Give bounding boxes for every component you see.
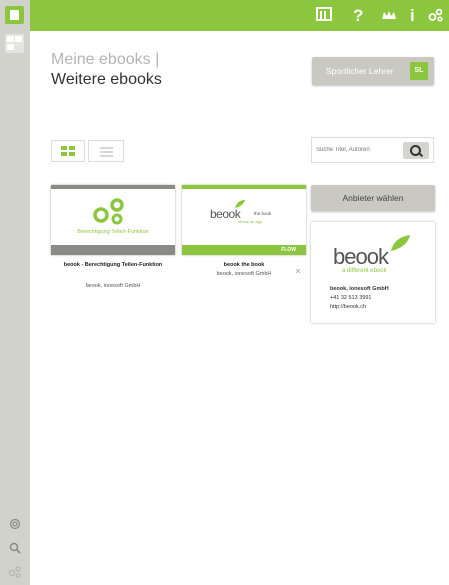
user-badge: SL <box>410 62 428 80</box>
share-icon <box>93 198 124 225</box>
leaf-icon <box>391 235 410 251</box>
beook-logo: beook <box>210 207 241 221</box>
user-button[interactable]: Sportlicher Lehrer SL <box>312 57 434 85</box>
provider-card[interactable]: beook a different ebook beook, ionesoft … <box>311 222 435 323</box>
choose-provider-button[interactable]: Anbieter wählen <box>311 185 435 211</box>
split-view-icon[interactable] <box>5 34 24 53</box>
search-button[interactable] <box>403 142 429 159</box>
thumb-tagline: the book <box>254 211 272 216</box>
crown-icon[interactable] <box>381 7 397 26</box>
book-card-sharing[interactable]: Berechtigung Teilen-Funktion <box>51 185 175 255</box>
book-more-icon[interactable] <box>295 260 301 274</box>
search-icon[interactable] <box>0 542 30 557</box>
search-icon <box>410 145 421 156</box>
book-publisher: beook, ionesoft GmbH <box>216 271 272 277</box>
fingerprint-icon[interactable] <box>0 518 30 533</box>
search-input[interactable] <box>316 143 402 157</box>
thumb-subtagline: ebook an app <box>238 219 263 224</box>
help-icon[interactable]: ? <box>353 6 363 25</box>
top-toolbar: ? i <box>30 0 449 31</box>
provider-name: beook, ionesoft GmbH <box>330 286 389 292</box>
provider-url[interactable]: http://beook.ch <box>330 304 366 310</box>
provider-phone: +41 32 513 3991 <box>330 295 372 301</box>
search-box <box>311 137 434 163</box>
user-name: Sportlicher Lehrer <box>326 66 394 76</box>
leaf-icon <box>235 200 245 208</box>
home-button[interactable] <box>5 6 24 24</box>
book-publisher: beook, ionesoft GmbH <box>85 283 141 289</box>
book-title: beook the book <box>223 262 265 268</box>
list-view-button[interactable] <box>88 140 124 162</box>
library-icon[interactable] <box>316 7 332 21</box>
info-icon[interactable]: i <box>410 6 415 25</box>
book-card-beook[interactable]: beook the book ebook an app FLOW <box>182 185 306 255</box>
tab-more-ebooks[interactable]: Weitere ebooks <box>51 71 162 89</box>
book-title: beook - Berechtigung Teilen-Funktion <box>63 262 163 268</box>
provider-tagline: a different ebook <box>342 268 387 274</box>
choose-provider-label: Anbieter wählen <box>342 193 404 203</box>
share-icon[interactable] <box>0 566 30 581</box>
flow-badge: FLOW <box>281 247 296 253</box>
book-thumb-caption: Berechtigung Teilen-Funktion <box>77 229 149 235</box>
sidebar <box>0 0 30 585</box>
provider-logo: beook <box>333 244 389 269</box>
tab-my-ebooks[interactable]: Meine ebooks | <box>51 51 159 69</box>
grid-view-button[interactable] <box>51 140 85 162</box>
share-icon[interactable] <box>428 7 444 26</box>
